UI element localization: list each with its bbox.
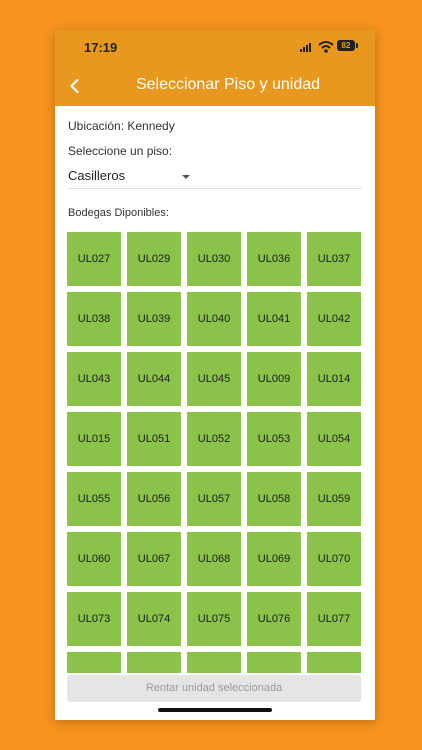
unit-tile[interactable]: UL070 [307, 532, 361, 586]
unit-tile[interactable]: UL053 [247, 412, 301, 466]
units-grid-scroll[interactable]: UL027 UL029 UL030 UL036 UL037 UL038 UL039 UL040… [67, 232, 363, 673]
units-heading: Bodegas Diponibles: [68, 207, 169, 219]
wifi-icon [318, 41, 334, 53]
unit-tile[interactable]: UL076 [247, 592, 301, 646]
unit-tile[interactable] [307, 652, 361, 673]
unit-tile[interactable]: UL073 [67, 592, 121, 646]
unit-tile[interactable] [187, 652, 241, 673]
unit-tile[interactable]: UL055 [67, 472, 121, 526]
unit-tile[interactable]: UL054 [307, 412, 361, 466]
unit-tile[interactable]: UL015 [67, 412, 121, 466]
unit-tile[interactable]: UL060 [67, 532, 121, 586]
unit-tile[interactable]: UL045 [187, 352, 241, 406]
unit-tile[interactable]: UL030 [187, 232, 241, 286]
rent-unit-button[interactable]: Rentar unidad seleccionada [67, 675, 361, 702]
unit-tile[interactable]: UL041 [247, 292, 301, 346]
unit-tile[interactable]: UL069 [247, 532, 301, 586]
caret-down-icon [182, 175, 190, 179]
unit-tile[interactable]: UL043 [67, 352, 121, 406]
unit-tile[interactable]: UL039 [127, 292, 181, 346]
floor-prompt: Seleccione un piso: [68, 144, 173, 158]
unit-tile[interactable]: UL056 [127, 472, 181, 526]
page-title: Seleccionar Piso y unidad [135, 76, 321, 93]
unit-tile[interactable]: UL059 [307, 472, 361, 526]
cellular-signal-icon [300, 43, 311, 52]
status-time: 17:19 [84, 40, 118, 55]
units-grid: UL027 UL029 UL030 UL036 UL037 UL038 UL039 UL040… [67, 232, 363, 673]
unit-tile[interactable]: UL042 [307, 292, 361, 346]
floor-select-value: Casilleros [68, 168, 126, 183]
unit-tile[interactable]: UL074 [127, 592, 181, 646]
app-bar: Seleccionar Piso y unidad [55, 66, 375, 106]
unit-tile[interactable]: UL057 [187, 472, 241, 526]
battery-icon: 82 [337, 40, 355, 51]
floor-select[interactable]: Casilleros [68, 162, 362, 189]
phone-screen: 17:19 82 Seleccionar Piso y unidad Ubica… [55, 30, 375, 720]
home-indicator [158, 708, 272, 712]
status-bar: 17:19 82 [55, 30, 375, 66]
unit-tile[interactable]: UL014 [307, 352, 361, 406]
chevron-left-icon[interactable] [63, 74, 87, 98]
unit-tile[interactable]: UL029 [127, 232, 181, 286]
unit-tile[interactable]: UL075 [187, 592, 241, 646]
unit-tile[interactable]: UL027 [67, 232, 121, 286]
unit-tile[interactable]: UL037 [307, 232, 361, 286]
unit-tile[interactable] [247, 652, 301, 673]
location-text: Ubicación: Kennedy [68, 119, 175, 133]
unit-tile[interactable]: UL036 [247, 232, 301, 286]
unit-tile[interactable] [67, 652, 121, 673]
battery-tip [356, 43, 358, 48]
unit-tile[interactable]: UL067 [127, 532, 181, 586]
unit-tile[interactable]: UL077 [307, 592, 361, 646]
unit-tile[interactable]: UL052 [187, 412, 241, 466]
unit-tile[interactable]: UL009 [247, 352, 301, 406]
unit-tile[interactable]: UL068 [187, 532, 241, 586]
unit-tile[interactable] [127, 652, 181, 673]
unit-tile[interactable]: UL040 [187, 292, 241, 346]
unit-tile[interactable]: UL038 [67, 292, 121, 346]
main-content: Ubicación: Kennedy Seleccione un piso: C… [55, 106, 375, 720]
unit-tile[interactable]: UL051 [127, 412, 181, 466]
unit-tile[interactable]: UL058 [247, 472, 301, 526]
unit-tile[interactable]: UL044 [127, 352, 181, 406]
